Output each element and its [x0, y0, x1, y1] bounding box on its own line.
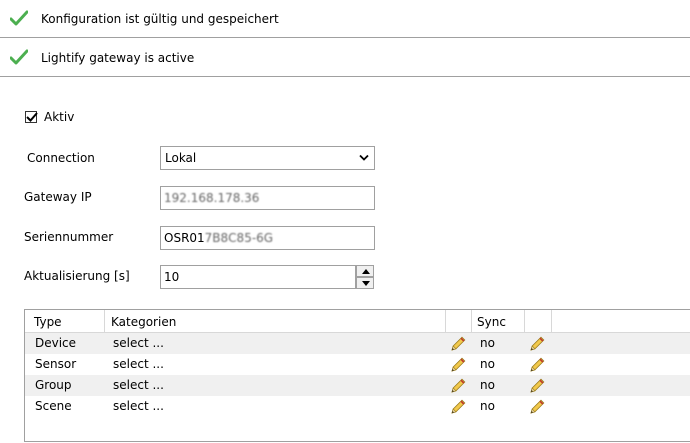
seriennummer-value: OSR01	[164, 231, 205, 245]
edit-sync-pencil-icon[interactable]	[528, 398, 546, 416]
header-type[interactable]: Type	[34, 315, 62, 329]
cell-type: Group	[35, 378, 72, 392]
aktiv-label: Aktiv	[44, 110, 75, 124]
seriennummer-input[interactable]: OSR017B8C85-6G	[160, 226, 375, 250]
cell-kategorie[interactable]: select ...	[113, 399, 164, 413]
edit-sync-pencil-icon[interactable]	[528, 335, 546, 353]
table-row[interactable]: Scene select ... no	[25, 396, 690, 417]
cell-type: Sensor	[35, 357, 77, 371]
cell-type: Device	[35, 336, 77, 350]
aktualisierung-spinner	[356, 265, 374, 289]
cell-kategorie[interactable]: select ...	[113, 378, 164, 392]
table-header: Type Kategorien Sync	[25, 310, 690, 333]
table-row[interactable]: Sensor select ... no	[25, 354, 690, 375]
edit-kategorie-pencil-icon[interactable]	[449, 398, 467, 416]
cell-sync: no	[480, 357, 495, 371]
aktualisierung-input[interactable]: 10	[160, 265, 356, 289]
cell-sync: no	[480, 378, 495, 392]
gateway-ip-value: 192.168.178.36	[164, 191, 260, 205]
edit-sync-pencil-icon[interactable]	[528, 356, 546, 374]
gateway-ip-input[interactable]: 192.168.178.36	[160, 186, 375, 210]
spin-up-button[interactable]	[356, 265, 374, 277]
cell-kategorie[interactable]: select ...	[113, 357, 164, 371]
seriennummer-value-blurred: 7B8C85-6G	[204, 231, 274, 245]
seriennummer-label: Seriennummer	[24, 230, 114, 244]
arrow-up-icon	[362, 269, 370, 274]
aktualisierung-label: Aktualisierung [s]	[24, 269, 130, 283]
status-text: Lightify gateway is active	[41, 50, 195, 65]
edit-kategorie-pencil-icon[interactable]	[449, 377, 467, 395]
connection-label: Connection	[27, 151, 95, 165]
checkmark-icon	[26, 112, 38, 122]
connection-value: Lokal	[165, 151, 197, 165]
gateway-ip-label: Gateway IP	[24, 190, 92, 204]
table-row[interactable]: Group select ... no	[25, 375, 690, 396]
cell-sync: no	[480, 399, 495, 413]
connection-select[interactable]: Lokal	[160, 146, 375, 170]
cell-sync: no	[480, 336, 495, 350]
chevron-down-icon	[359, 154, 369, 161]
aktiv-checkbox[interactable]: Aktiv	[25, 110, 74, 124]
arrow-down-icon	[362, 281, 370, 286]
check-icon	[10, 10, 28, 26]
check-icon	[10, 49, 28, 65]
edit-sync-pencil-icon[interactable]	[528, 377, 546, 395]
table-row[interactable]: Device select ... no	[25, 333, 690, 354]
header-kategorien[interactable]: Kategorien	[111, 315, 176, 329]
status-text: Konfiguration ist gültig und gespeichert	[41, 11, 279, 26]
status-config-valid: Konfiguration ist gültig und gespeichert	[0, 0, 690, 38]
cell-type: Scene	[35, 399, 72, 413]
category-table: Type Kategorien Sync Device select ... no S…	[24, 309, 690, 442]
spin-down-button[interactable]	[356, 277, 374, 289]
edit-kategorie-pencil-icon[interactable]	[449, 335, 467, 353]
header-sync[interactable]: Sync	[477, 315, 506, 329]
status-gateway-active: Lightify gateway is active	[0, 39, 690, 77]
checkbox-box[interactable]	[25, 111, 38, 123]
aktualisierung-value: 10	[164, 270, 180, 284]
cell-kategorie[interactable]: select ...	[113, 336, 164, 350]
edit-kategorie-pencil-icon[interactable]	[449, 356, 467, 374]
